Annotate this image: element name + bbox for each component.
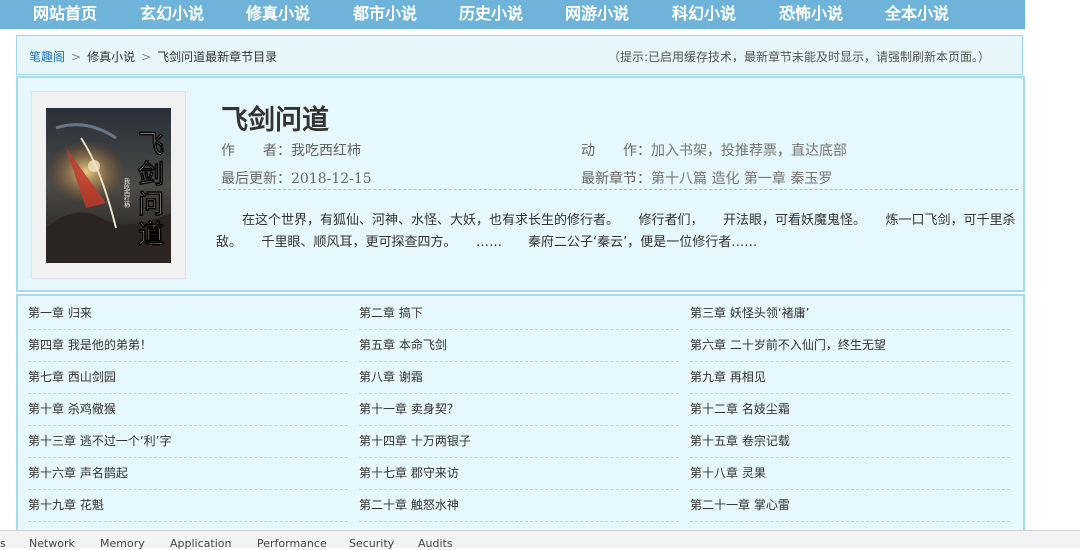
action-label: 动 作： [581, 143, 651, 159]
nav-item-xuanhuan[interactable]: 玄幻小说 [140, 0, 204, 29]
breadcrumb-home-link[interactable]: 笔趣阁 [29, 50, 65, 64]
jump-to-bottom-link[interactable]: 直达底部 [791, 143, 847, 159]
book-cover: 飞 剑 问 道 我吃西红柿 [31, 91, 186, 279]
cover-title-char: 道 [138, 219, 164, 250]
nav-item-kehuan[interactable]: 科幻小说 [672, 0, 736, 29]
chapter-link[interactable]: 第二十一章 掌心雷 [690, 490, 1010, 522]
cover-title-char: 问 [138, 190, 164, 220]
chapter-list: 第一章 归来 第二章 搞下 第三章 妖怪头领‘褚庸’ 第四章 我是他的弟弟！ 第五章 本… [16, 294, 1025, 534]
recommend-vote-link[interactable]: 投推荐票 [721, 143, 777, 159]
add-to-shelf-link[interactable]: 加入书架 [651, 143, 707, 159]
chapter-link[interactable]: 第十一章 卖身契？ [359, 394, 679, 426]
cover-image: 飞 剑 问 道 我吃西红柿 [46, 108, 171, 263]
devtools-tab-memory[interactable]: Memory [100, 537, 145, 550]
devtools-tab-audits[interactable]: Audits [418, 537, 453, 550]
breadcrumb-bar: 笔趣阁 > 修真小说 > 飞剑问道最新章节目录 （提示:已启用缓存技术，最新章节未能及时… [16, 35, 1023, 75]
breadcrumb-separator: > [71, 50, 82, 64]
chapter-link[interactable]: 第十六章 声名鹊起 [28, 458, 348, 490]
book-info-panel: 飞 剑 问 道 我吃西红柿 飞剑问道 作 者：我吃西红柿 动 作：加入书架，投推… [16, 76, 1025, 292]
chapter-link[interactable]: 第七章 西山剑园 [28, 362, 348, 394]
nav-item-wangyou[interactable]: 网游小说 [565, 0, 629, 29]
cover-author-text: 我吃西红柿 [123, 177, 130, 209]
breadcrumb-separator: > [141, 50, 152, 64]
updated-line: 最后更新：2018-12-15 [221, 168, 372, 188]
chapter-row: 第七章 西山剑园 第八章 谢霜 第九章 再相见 [28, 362, 1013, 394]
latest-chapter-label: 最新章节： [581, 171, 651, 187]
chapter-row: 第一章 归来 第二章 搞下 第三章 妖怪头领‘褚庸’ [28, 298, 1013, 330]
nav-item-lishi[interactable]: 历史小说 [459, 0, 523, 29]
latest-chapter-line: 最新章节：第十八篇 造化 第一章 秦玉罗 [581, 168, 832, 188]
chapter-row: 第四章 我是他的弟弟！ 第五章 本命飞剑 第六章 二十岁前不入仙门，终生无望 [28, 330, 1013, 362]
chapter-link[interactable]: 第十章 杀鸡儆猴 [28, 394, 348, 426]
author-line: 作 者：我吃西红柿 [221, 140, 361, 160]
author-label: 作 者： [221, 143, 291, 159]
chapter-link[interactable]: 第六章 二十岁前不入仙门，终生无望 [690, 330, 1010, 362]
breadcrumb-current: 飞剑问道最新章节目录 [157, 50, 278, 64]
chapter-link[interactable]: 第三章 妖怪头领‘褚庸’ [690, 298, 1010, 330]
breadcrumb: 笔趣阁 > 修真小说 > 飞剑问道最新章节目录 [29, 48, 277, 65]
cover-title-char: 飞 [138, 130, 164, 160]
chapter-link[interactable]: 第一章 归来 [28, 298, 348, 330]
action-separator: ， [707, 143, 721, 159]
chapter-link[interactable]: 第八章 谢霜 [359, 362, 679, 394]
action-separator: ， [777, 143, 791, 159]
latest-chapter-link[interactable]: 第十八篇 造化 第一章 秦玉罗 [651, 171, 832, 187]
chapter-row: 第十六章 声名鹊起 第十七章 郡守来访 第十八章 灵果 [28, 458, 1013, 490]
cache-tip: （提示:已启用缓存技术，最新章节未能及时显示，请强制刷新本页面。） [607, 50, 990, 64]
chapter-row: 第十九章 花魁 第二十章 触怒水神 第二十一章 掌心雷 [28, 490, 1013, 522]
devtools-tab-partial[interactable]: s [0, 537, 6, 550]
devtools-tab-performance[interactable]: Performance [257, 537, 327, 550]
chapter-link[interactable]: 第十七章 郡守来访 [359, 458, 679, 490]
chapter-link[interactable]: 第十五章 卷宗记载 [690, 426, 1010, 458]
chapter-link[interactable]: 第十九章 花魁 [28, 490, 348, 522]
chapter-link[interactable]: 第十二章 名妓尘霜 [690, 394, 1010, 426]
devtools-tab-security[interactable]: Security [349, 537, 394, 550]
nav-item-quanben[interactable]: 全本小说 [885, 0, 949, 29]
book-title: 飞剑问道 [221, 105, 329, 136]
cover-title-char: 剑 [138, 159, 164, 190]
nav-item-xiuzhen[interactable]: 修真小说 [246, 0, 310, 29]
nav-item-home[interactable]: 网站首页 [33, 0, 97, 29]
updated-label: 最后更新： [221, 171, 291, 187]
chapter-link[interactable]: 第五章 本命飞剑 [359, 330, 679, 362]
devtools-tab-bar: s Network Memory Application Performance… [0, 530, 1080, 550]
divider [218, 189, 1018, 190]
chapter-link[interactable]: 第十四章 十万两银子 [359, 426, 679, 458]
action-line: 动 作：加入书架，投推荐票，直达底部 [581, 140, 847, 160]
author-name: 我吃西红柿 [291, 143, 361, 159]
chapter-link[interactable]: 第十三章 逃不过一个‘利’字 [28, 426, 348, 458]
chapter-link[interactable]: 第十八章 灵果 [690, 458, 1010, 490]
chapter-row: 第十三章 逃不过一个‘利’字 第十四章 十万两银子 第十五章 卷宗记载 [28, 426, 1013, 458]
updated-date: 2018-12-15 [291, 171, 372, 187]
top-nav-bar: 网站首页 玄幻小说 修真小说 都市小说 历史小说 网游小说 科幻小说 恐怖小说 … [0, 0, 1025, 29]
nav-item-kongbu[interactable]: 恐怖小说 [779, 0, 843, 29]
breadcrumb-category-link[interactable]: 修真小说 [87, 50, 135, 64]
devtools-tab-application[interactable]: Application [170, 537, 231, 550]
devtools-tab-network[interactable]: Network [29, 537, 75, 550]
chapter-link[interactable]: 第四章 我是他的弟弟！ [28, 330, 348, 362]
chapter-link[interactable]: 第九章 再相见 [690, 362, 1010, 394]
chapter-row: 第十章 杀鸡儆猴 第十一章 卖身契？ 第十二章 名妓尘霜 [28, 394, 1013, 426]
chapter-link[interactable]: 第二十章 触怒水神 [359, 490, 679, 522]
book-description: 在这个世界，有狐仙、河神、水怪、大妖，也有求长生的修行者。 修行者们， 开法眼，… [216, 213, 1016, 250]
nav-item-dushi[interactable]: 都市小说 [353, 0, 417, 29]
chapter-link[interactable]: 第二章 搞下 [359, 298, 679, 330]
